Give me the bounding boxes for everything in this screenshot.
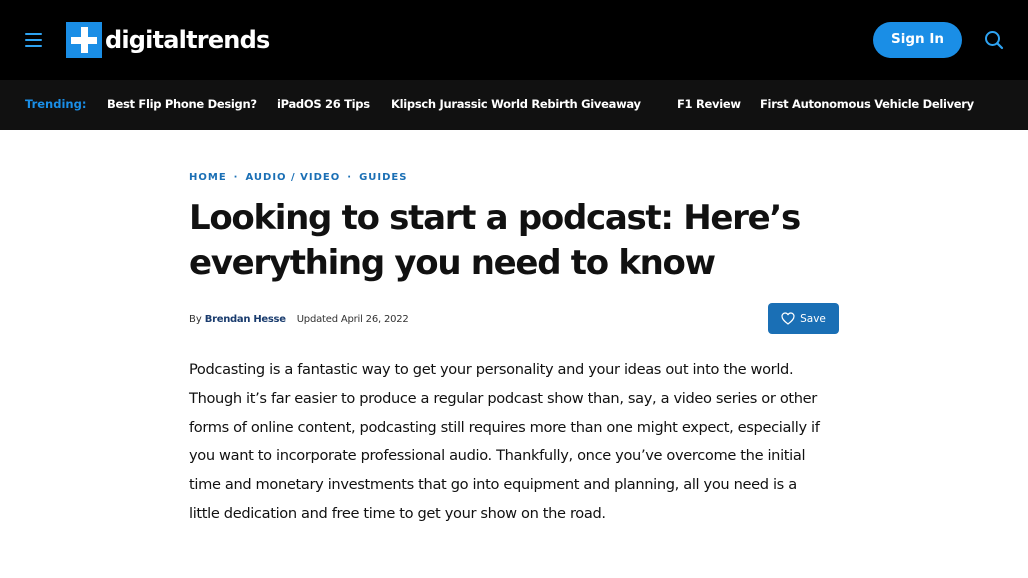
trending-link-ipados[interactable]: iPadOS 26 Tips <box>277 97 370 111</box>
article-title: Looking to start a podcast: Here’s every… <box>189 198 801 283</box>
author-link[interactable]: Brendan Hesse <box>205 314 286 325</box>
breadcrumb-audio-video[interactable]: AUDIO / VIDEO <box>245 172 340 183</box>
heart-icon <box>781 312 795 325</box>
trending-link-flip-phone[interactable]: Best Flip Phone Design? <box>107 97 257 111</box>
hamburger-icon[interactable] <box>24 30 44 50</box>
byline-prefix: By <box>189 313 202 325</box>
breadcrumb-guides[interactable]: GUIDES <box>359 172 407 183</box>
breadcrumb: HOME · AUDIO / VIDEO · GUIDES <box>189 170 407 184</box>
save-label: Save <box>800 312 826 325</box>
logo-plus-icon <box>66 22 102 58</box>
sign-in-button[interactable]: Sign In <box>873 22 962 58</box>
search-icon[interactable] <box>984 30 1004 50</box>
breadcrumb-home[interactable]: HOME <box>189 172 227 183</box>
logo-wordmark: digitaltrends <box>105 26 270 54</box>
top-navigation-bar: digitaltrends Sign In <box>0 0 1028 80</box>
updated-date: Updated April 26, 2022 <box>296 313 409 325</box>
trending-link-autonomous-delivery[interactable]: First Autonomous Vehicle Delivery <box>760 97 974 111</box>
trending-label: Trending: <box>25 97 87 111</box>
trending-bar: Trending: Best Flip Phone Design? iPadOS… <box>0 80 1028 130</box>
article-body-paragraph: Podcasting is a fantastic way to get you… <box>189 361 820 522</box>
article-byline: By Brendan Hesse Updated April 26, 2022 <box>189 312 409 326</box>
trending-link-f1-review[interactable]: F1 Review <box>677 97 741 111</box>
site-logo[interactable]: digitaltrends <box>66 22 270 58</box>
breadcrumb-separator: · <box>347 171 353 183</box>
breadcrumb-separator: · <box>233 171 239 183</box>
save-button[interactable]: Save <box>768 303 839 334</box>
trending-link-klipsch-giveaway[interactable]: Klipsch Jurassic World Rebirth Giveaway <box>391 97 641 111</box>
